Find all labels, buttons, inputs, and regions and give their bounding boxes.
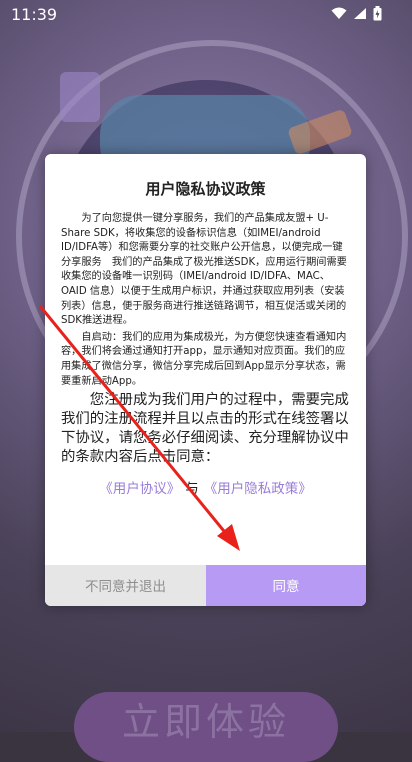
- signal-icon: [354, 8, 366, 19]
- status-bar: 11:39: [0, 0, 412, 28]
- dialog-button-row: 不同意并退出 同意: [45, 565, 366, 606]
- user-agreement-link[interactable]: 《用户协议》: [99, 481, 180, 497]
- agreement-links: 《用户协议》与《用户隐私政策》: [61, 477, 350, 497]
- agree-button[interactable]: 同意: [206, 565, 366, 606]
- background-decoration: [60, 72, 100, 122]
- registration-agreement-paragraph: 您注册成为我们用户的过程中，需要完成我们的注册流程并且以点击的形式在线签署以下协…: [61, 392, 349, 466]
- sdk-share-push-paragraph: 为了向您提供一键分享服务，我们的产品集成友盟+ U-Share SDK，将收集您…: [61, 213, 347, 327]
- wifi-icon: [331, 7, 347, 19]
- decline-and-exit-button[interactable]: 不同意并退出: [45, 565, 206, 606]
- dialog-title: 用户隐私协议政策: [145, 180, 266, 198]
- auto-start-paragraph: 自启动：我们的应用为集成极光，为方便您快速查看通知内容，我们将会通过通知打开ap…: [61, 331, 347, 387]
- status-icons: [331, 6, 382, 21]
- battery-icon: [373, 6, 382, 21]
- try-now-button[interactable]: 立即体验: [74, 692, 338, 762]
- privacy-policy-dialog: 用户隐私协议政策 为了向您提供一键分享服务，我们的产品集成友盟+ U-Share…: [45, 154, 366, 606]
- links-separator: 与: [185, 481, 199, 498]
- privacy-policy-link[interactable]: 《用户隐私政策》: [204, 481, 312, 497]
- status-time: 11:39: [11, 5, 58, 24]
- dialog-body: 为了向您提供一键分享服务，我们的产品集成友盟+ U-Share SDK，将收集您…: [61, 212, 350, 497]
